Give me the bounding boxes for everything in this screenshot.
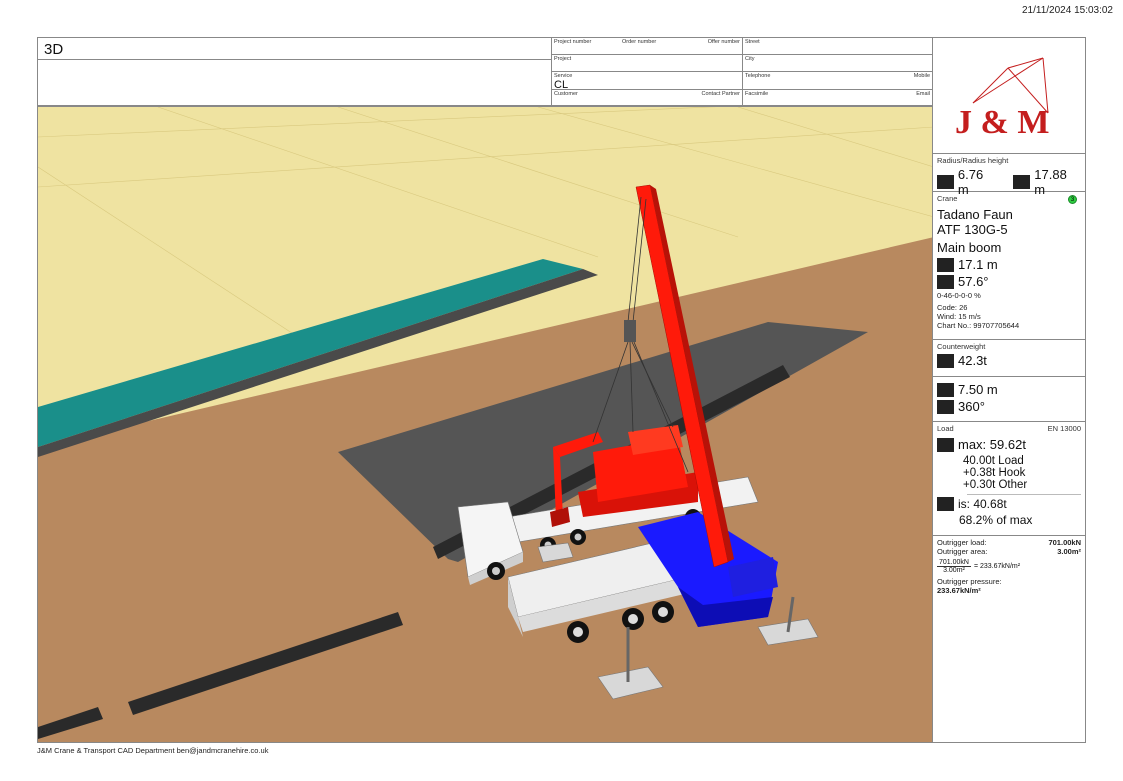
boom-extension: 0-46-0-0-0 % [937,291,981,300]
outrigger-span-icon [937,382,954,397]
radius-label: Radius/Radius height [937,156,1009,165]
timestamp: 21/11/2024 15:03:02 [1021,5,1113,16]
crane-make: Tadano Faun [937,207,1013,222]
title-block: 3D Project number Order number Offer num… [37,37,933,107]
crane-code: Code: 26 [937,303,968,312]
project-label: Project [554,56,572,62]
load-standard: EN 13000 [1047,424,1081,433]
outrigger-span-section: 7.50 m 360° [933,377,1085,422]
outrigger-load-value: 701.00kN [1048,538,1081,547]
notes-area [38,60,552,107]
max-load-value: max: 59.62t [958,437,1026,452]
telephone-cell: Telephone Mobile [743,72,932,90]
outrigger-area-value: 3.00m² [1057,547,1081,556]
email-label: Email [916,91,930,97]
counterweight-value: 42.3t [958,353,987,368]
fraction-result: = 233.67kN/m² [973,563,1021,570]
crane-section: Crane 3 Tadano Faun ATF 130G-5 Main boom… [933,192,1085,340]
load-line-hook: +0.38t Hook [963,467,1026,479]
boom-length: 17.1 m [958,257,998,272]
city-cell: City [743,55,932,72]
radius-section: Radius/Radius height 6.76 m 17.88 m [933,154,1085,197]
service-cell: Service CL [552,72,743,91]
mobile-label: Mobile [913,73,930,79]
counterweight-section: Counterweight 42.3t [933,340,1085,377]
contact-partner-label: Contact Partner [701,91,740,97]
slew-range-icon [937,399,954,414]
load-percent: 68.2% of max [959,513,1033,527]
crane-wind: Wind: 15 m/s [937,312,981,321]
boom-type: Main boom [937,240,1002,255]
outrigger-section: Outrigger load: 701.00kN Outrigger area:… [933,536,1085,597]
counterweight-icon [937,353,954,368]
facsimile-cell: Facsimile Email [743,90,932,107]
boom-angle-icon [937,274,954,289]
crane-scene [38,107,932,742]
fraction-denominator: 3.00m² [943,567,965,574]
outrigger-span-value: 7.50 m [958,382,998,397]
outrigger-load-label: Outrigger load: [937,538,987,547]
radius-height-icon [1013,175,1031,189]
counterweight-label: Counterweight [937,342,986,351]
customer-cell: Customer Contact Partner [552,90,743,107]
load-line-other: +0.30t Other [963,479,1028,491]
crane-label: Crane [937,194,958,203]
offer-number-label: Offer number [707,39,740,45]
logo-text: J & M [955,104,1049,141]
city-label: City [745,56,755,62]
view-title-box: 3D [38,38,552,60]
fraction-numerator: 701.00kN [937,559,971,567]
project-cell: Project [552,55,743,72]
boom-angle: 57.6° [958,274,989,289]
actual-load-value: is: 40.68t [958,497,1007,511]
crane-chart-no: Chart No.: 99707705644 [937,321,1020,330]
outrigger-pressure-label: Outrigger pressure: [937,577,1002,586]
load-section: Load EN 13000 max: 59.62t 40.00t Load +0… [933,422,1085,536]
actual-load-icon [937,497,954,511]
street-cell: Street [743,38,932,55]
hook-block [624,320,636,342]
facsimile-label: Facsimile [745,91,769,97]
outrigger-pressure-value: 233.67kN/m² [937,586,981,595]
slew-range-value: 360° [958,399,985,414]
crane-status-badge: 3 [1068,195,1077,204]
company-logo: J & M [933,38,1085,154]
customer-label: Customer [554,91,578,97]
telephone-label: Telephone [745,73,771,79]
view-title: 3D [44,41,64,58]
info-sidebar: J & M Radius/Radius height 6.76 m 17.88 … [932,37,1086,743]
project-number-cell: Project number Order number Offer number [552,38,743,55]
logo-graphic: J & M [955,57,1049,141]
max-load-icon [937,437,954,452]
order-number-label: Order number [622,39,657,45]
outrigger-area-label: Outrigger area: [937,547,988,556]
project-number-label: Project number [554,39,592,45]
boom-length-icon [937,257,954,272]
load-line-load: 40.00t Load [963,455,1024,467]
street-label: Street [745,39,760,45]
radius-icon [937,175,954,189]
3d-viewport[interactable] [37,106,933,743]
footer-credit: J&M Crane & Transport CAD Department ben… [37,746,269,755]
crane-model: ATF 130G-5 [937,222,1008,237]
